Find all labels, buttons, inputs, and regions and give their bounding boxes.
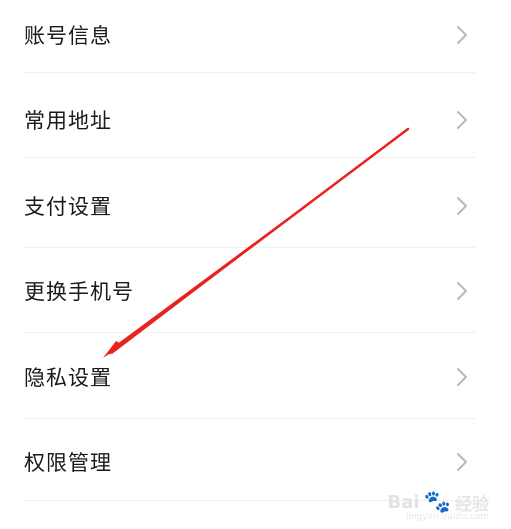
- menu-item-payment-settings[interactable]: 支付设置: [0, 163, 511, 248]
- menu-item-label: 支付设置: [24, 194, 112, 219]
- watermark-brand: Bai: [387, 492, 420, 513]
- divider: [24, 72, 475, 73]
- chevron-right-icon: [457, 25, 467, 44]
- menu-item-privacy-settings[interactable]: 隐私设置: [0, 334, 511, 419]
- menu-item-label: 更换手机号: [24, 279, 134, 304]
- menu-item-account-info[interactable]: 账号信息: [0, 0, 511, 77]
- chevron-right-icon: [457, 452, 467, 471]
- chevron-right-icon: [457, 281, 467, 300]
- chevron-right-icon: [457, 196, 467, 215]
- watermark-url: jingyan.baidu.com: [405, 512, 489, 522]
- chevron-right-icon: [457, 110, 467, 129]
- menu-item-change-phone[interactable]: 更换手机号: [0, 248, 511, 333]
- menu-item-label: 权限管理: [24, 450, 112, 475]
- menu-item-label: 隐私设置: [24, 365, 112, 390]
- watermark: Bai 🐾 经验 jingyan.baidu.com: [387, 490, 489, 522]
- menu-item-common-address[interactable]: 常用地址: [0, 77, 511, 162]
- divider: [24, 332, 475, 333]
- menu-item-label: 常用地址: [24, 108, 112, 133]
- chevron-right-icon: [457, 367, 467, 386]
- menu-item-label: 账号信息: [24, 23, 112, 48]
- divider: [24, 157, 475, 158]
